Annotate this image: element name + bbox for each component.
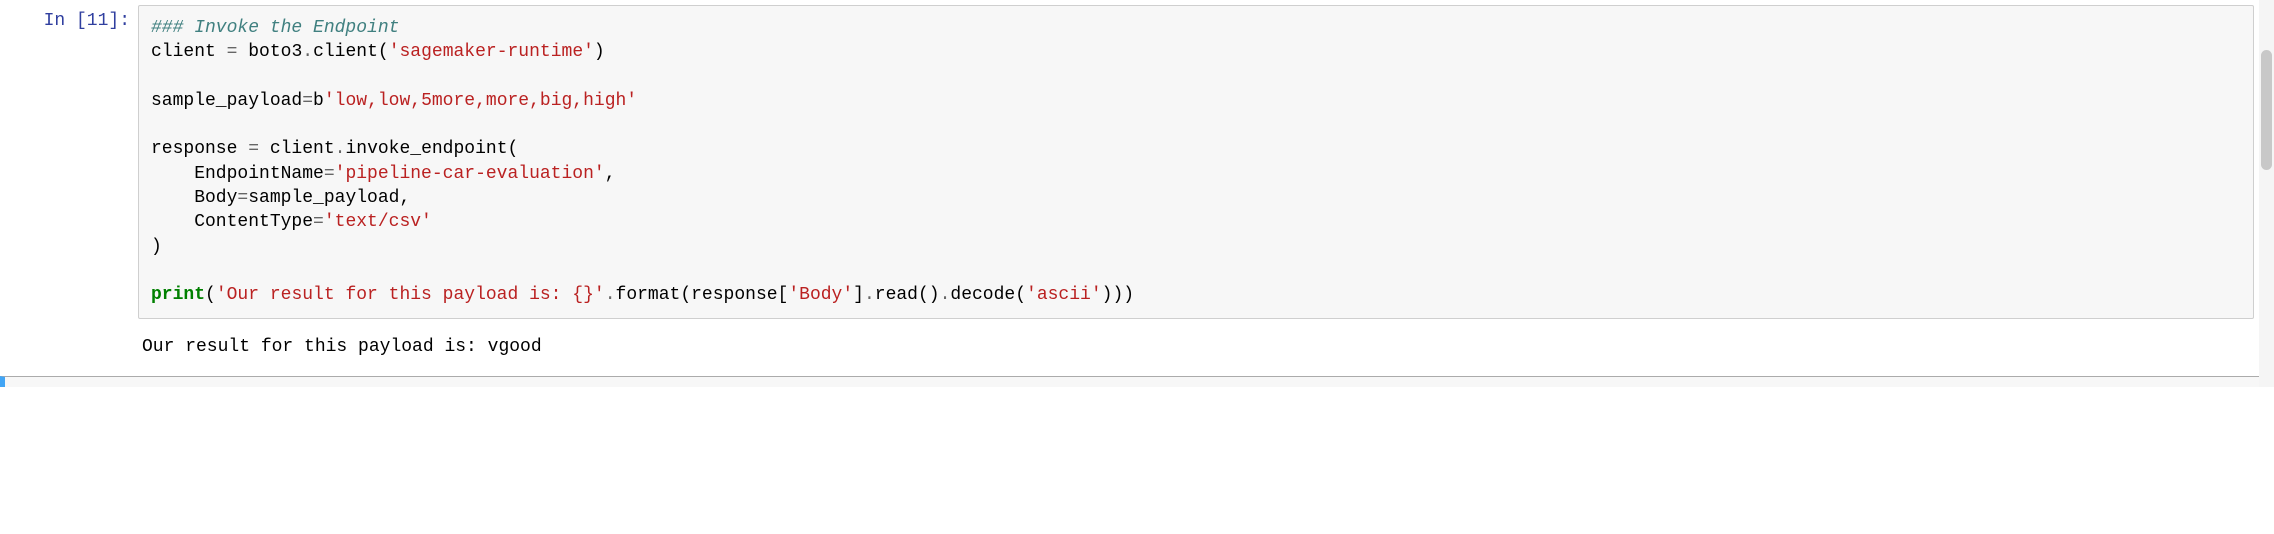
prompt-label: In [11]: bbox=[44, 11, 130, 31]
code-output: Our result for this payload is: vgood bbox=[130, 329, 2254, 365]
code-input[interactable]: ### Invoke the Endpoint client = boto3.c… bbox=[138, 5, 2254, 319]
output-cell: Our result for this payload is: vgood bbox=[0, 324, 2274, 370]
code-comment: ### Invoke the Endpoint bbox=[151, 18, 399, 38]
next-cell-edge[interactable] bbox=[0, 376, 2274, 387]
code-cell: In [11]: ### Invoke the Endpoint client … bbox=[0, 0, 2274, 324]
input-prompt: In [11]: bbox=[0, 5, 138, 31]
scrollbar-track[interactable] bbox=[2259, 0, 2274, 387]
scrollbar-thumb[interactable] bbox=[2261, 50, 2272, 170]
